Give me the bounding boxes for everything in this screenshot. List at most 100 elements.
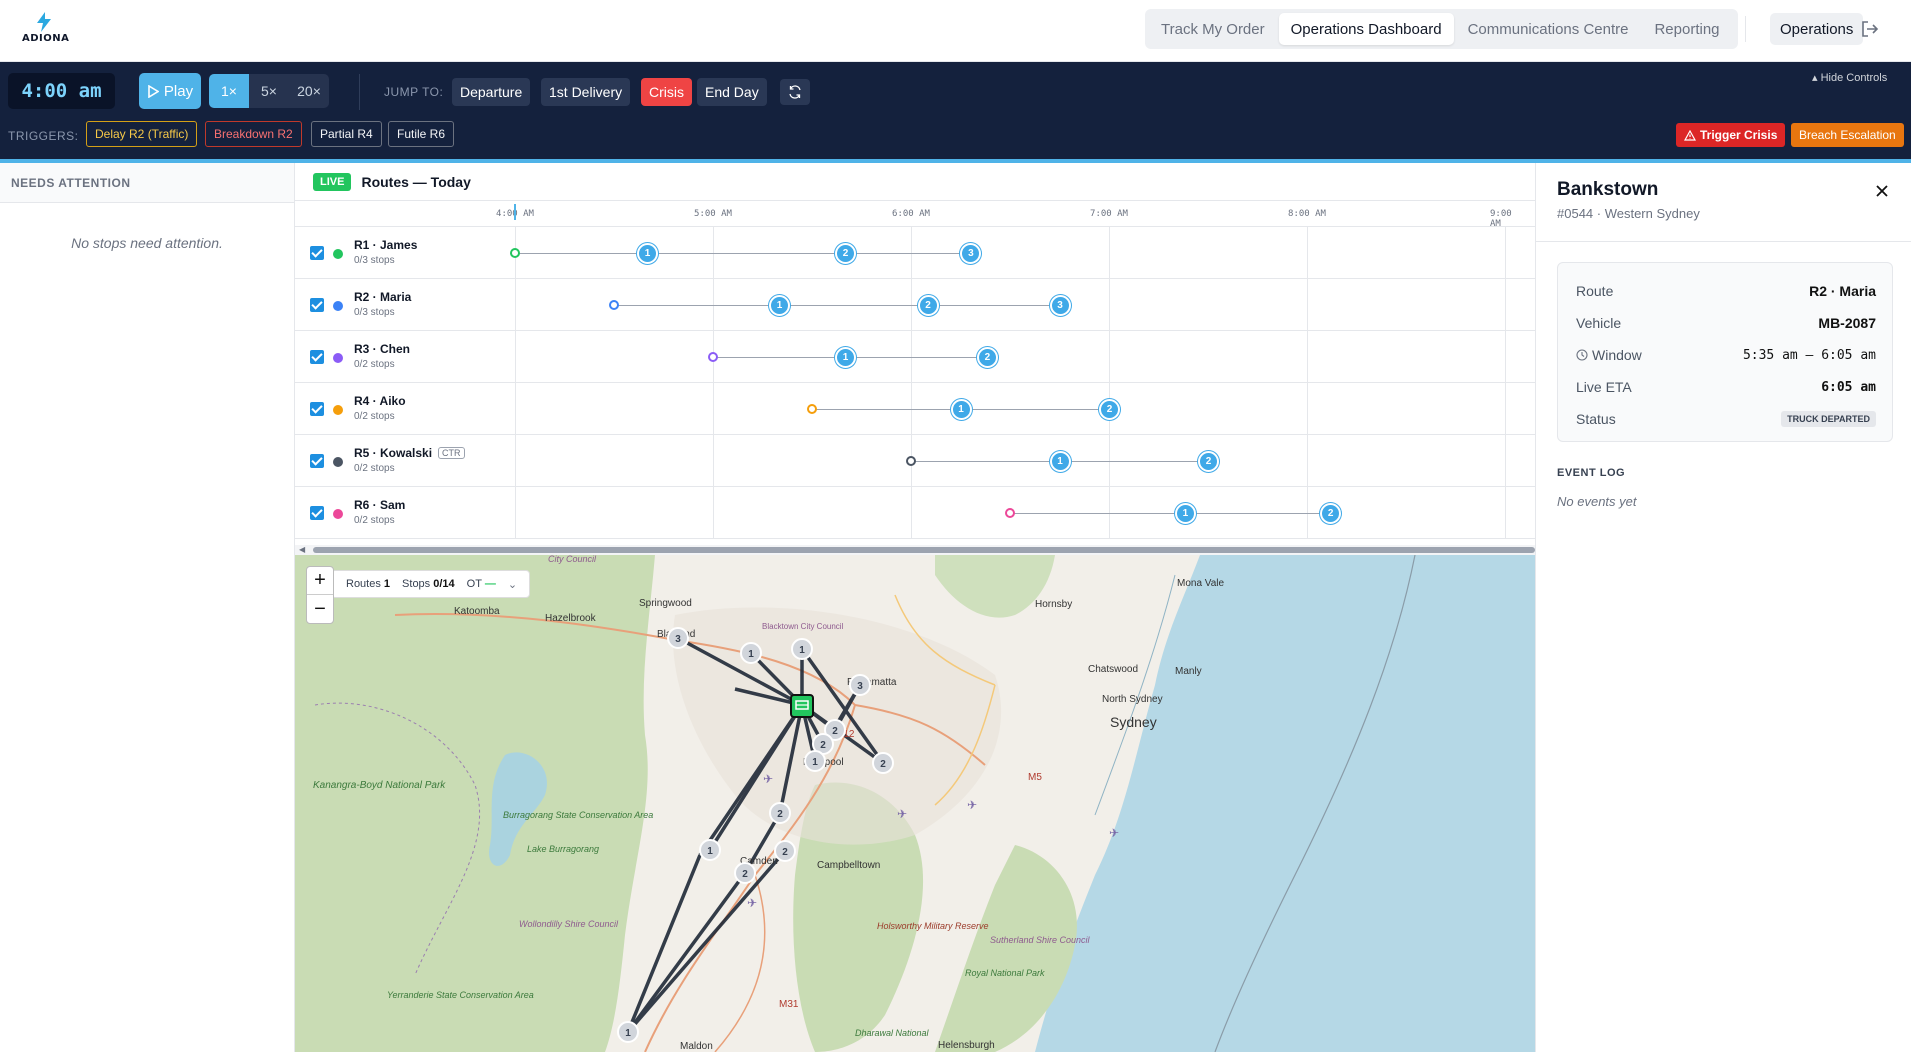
timeline-stop-marker[interactable]: 2	[1320, 503, 1342, 524]
tab-operations-dashboard[interactable]: Operations Dashboard	[1278, 13, 1454, 45]
breach-escalation-button[interactable]: Breach Escalation	[1791, 123, 1904, 147]
scrollbar-thumb[interactable]	[313, 547, 1535, 553]
route-map[interactable]: Katoomba Hazelbrook Springwood Blaxland …	[295, 555, 1535, 1052]
timeline-stop-marker[interactable]: 1	[637, 243, 658, 264]
trigger-partial-r4-button[interactable]: Partial R4	[311, 121, 382, 147]
zoom-in-button[interactable]: +	[307, 567, 333, 595]
stop-detail-panel: Bankstown #0544 · Western Sydney Route R2…	[1535, 163, 1911, 1052]
timeline-stop-marker[interactable]: 1	[1174, 503, 1196, 524]
map-stop-marker[interactable]: 1	[699, 839, 721, 861]
timeline-scrollbar[interactable]: ◀	[295, 545, 1535, 555]
map-stop-marker[interactable]: 1	[617, 1021, 639, 1043]
jump-first-delivery-button[interactable]: 1st Delivery	[541, 78, 631, 106]
timeline-stop-marker[interactable]: 2	[1198, 451, 1219, 472]
route-visible-checkbox[interactable]	[310, 350, 324, 364]
route-departure-marker[interactable]	[807, 404, 817, 414]
route-departure-marker[interactable]	[708, 352, 718, 362]
grid-line	[515, 279, 516, 331]
time-tick: 9:00 AM	[1490, 209, 1512, 229]
map-label-road: M5	[1028, 772, 1042, 783]
timeline-stop-marker[interactable]: 1	[1049, 451, 1071, 472]
timeline-stop-marker[interactable]: 3	[960, 243, 982, 264]
hide-controls-toggle[interactable]: ▴ Hide Controls	[1812, 71, 1887, 84]
tab-reporting[interactable]: Reporting	[1642, 13, 1731, 45]
map-label-road: M31	[779, 999, 799, 1010]
map-stop-marker[interactable]: 2	[734, 862, 756, 884]
route-row[interactable]: R3 · Chen 0/2 stops 1 2	[295, 331, 1535, 383]
map-label-place: Maldon	[680, 1041, 713, 1052]
grid-line	[911, 487, 912, 539]
timeline-stop-marker[interactable]: 2	[1099, 399, 1120, 420]
timeline-stop-marker[interactable]: 1	[769, 295, 790, 316]
contractor-badge: CTR	[438, 447, 465, 459]
map-summary-bar[interactable]: Routes 1 Stops 0/14 OT — ⌄	[331, 570, 531, 598]
map-stop-marker[interactable]: 3	[667, 627, 689, 649]
svg-text:1: 1	[625, 1028, 631, 1039]
map-label-place: Sydney	[1110, 714, 1157, 730]
close-icon[interactable]	[1872, 181, 1892, 201]
map-stop-marker[interactable]: 1	[791, 638, 813, 660]
timeline-stop-marker[interactable]: 3	[1049, 295, 1071, 316]
refresh-icon	[789, 85, 801, 99]
timeline-stop-marker[interactable]: 2	[835, 243, 856, 264]
route-row[interactable]: R6 · Sam 0/2 stops 1 2	[295, 487, 1535, 539]
map-label-park: Kanangra-Boyd National Park	[313, 780, 446, 791]
route-row[interactable]: R2 · Maria 0/3 stops 1 2 3	[295, 279, 1535, 331]
trigger-breakdown-r2-button[interactable]: Breakdown R2	[205, 121, 302, 147]
speed-5x-button[interactable]: 5×	[249, 74, 289, 108]
logout-icon[interactable]	[1860, 19, 1880, 39]
sim-clock: 4:00 am	[8, 73, 115, 109]
speed-20x-button[interactable]: 20×	[289, 74, 329, 108]
route-departure-marker[interactable]	[510, 248, 520, 258]
speed-1x-button[interactable]: 1×	[209, 74, 249, 108]
scroll-left-icon[interactable]: ◀	[299, 545, 305, 554]
svg-text:1: 1	[799, 645, 805, 656]
timeline-stop-marker[interactable]: 2	[917, 295, 939, 316]
route-visible-checkbox[interactable]	[310, 402, 324, 416]
role-switch-button[interactable]: Operations	[1770, 13, 1864, 45]
clock-icon	[1576, 349, 1588, 361]
route-departure-marker[interactable]	[1005, 508, 1015, 518]
zoom-out-button[interactable]: −	[307, 595, 333, 623]
airport-icon: ✈	[763, 772, 773, 786]
trigger-delay-r2-button[interactable]: Delay R2 (Traffic)	[86, 121, 198, 147]
panel-divider	[1536, 241, 1911, 242]
map-stop-marker[interactable]: 1	[804, 750, 826, 772]
depot-marker[interactable]	[790, 694, 814, 718]
reset-button[interactable]	[780, 79, 810, 105]
map-stop-marker[interactable]: 2	[774, 840, 796, 862]
jump-departure-button[interactable]: Departure	[452, 78, 531, 106]
timeline-stop-marker[interactable]: 1	[950, 399, 972, 420]
simulation-controls: 4:00 am Play 1× 5× 20× JUMP TO: Departur…	[0, 62, 1911, 160]
jump-end-day-button[interactable]: End Day	[697, 78, 767, 106]
route-row[interactable]: R1 · James 0/3 stops 1 2 3	[295, 227, 1535, 279]
map-stop-marker[interactable]: 3	[849, 674, 871, 696]
route-row[interactable]: R4 · Aiko 0/2 stops 1 2	[295, 383, 1535, 435]
airport-icon: ✈	[897, 807, 907, 821]
trigger-crisis-button[interactable]: Trigger Crisis	[1676, 123, 1786, 147]
play-button[interactable]: Play	[139, 73, 201, 109]
route-departure-marker[interactable]	[906, 456, 916, 466]
map-stop-marker[interactable]: 1	[740, 642, 762, 664]
route-visible-checkbox[interactable]	[310, 298, 324, 312]
tab-communications-centre[interactable]: Communications Centre	[1456, 13, 1641, 45]
route-visible-checkbox[interactable]	[310, 506, 324, 520]
route-color-dot	[333, 509, 343, 519]
chevron-down-icon[interactable]: ⌄	[508, 578, 517, 591]
timeline-stop-marker[interactable]: 2	[976, 347, 998, 368]
map-stop-marker[interactable]: 2	[769, 802, 791, 824]
route-visible-checkbox[interactable]	[310, 454, 324, 468]
route-departure-marker[interactable]	[609, 300, 619, 310]
stop-title: Bankstown	[1557, 179, 1659, 200]
brand-logo[interactable]: ADIONA	[22, 12, 69, 48]
jump-crisis-button[interactable]: Crisis	[641, 78, 692, 106]
tab-track-my-order[interactable]: Track My Order	[1149, 13, 1277, 45]
route-row[interactable]: R5 · Kowalski CTR 0/2 stops 1 2	[295, 435, 1535, 487]
trigger-futile-r6-button[interactable]: Futile R6	[388, 121, 455, 147]
route-visible-checkbox[interactable]	[310, 246, 324, 260]
map-stop-marker[interactable]: 2	[872, 752, 894, 774]
route-name: R4 · Aiko	[354, 394, 406, 408]
timeline-stop-marker[interactable]: 1	[835, 347, 856, 368]
route-name: R3 · Chen	[354, 342, 411, 356]
map-label-place: Katoomba	[454, 606, 500, 617]
